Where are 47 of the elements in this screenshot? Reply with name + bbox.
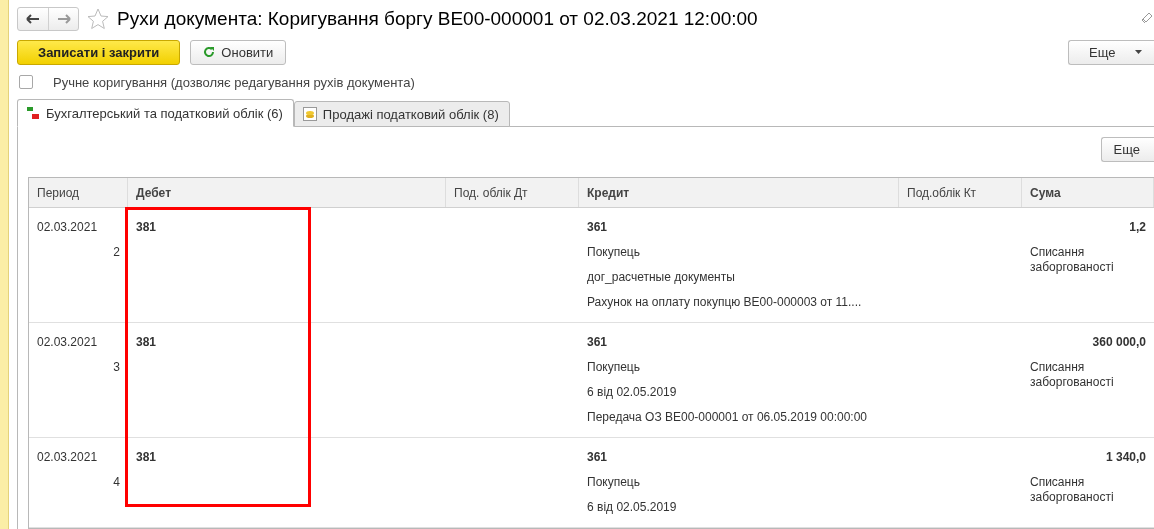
column-header[interactable]: Период: [29, 178, 128, 207]
manual-edit-checkbox[interactable]: [19, 75, 33, 90]
credit-cell-text: 6 від 02.05.2019: [587, 499, 678, 516]
more-dropdown-button[interactable]: Еще: [1068, 39, 1154, 65]
amount-cell-text: 1,2: [1128, 219, 1146, 236]
column-header[interactable]: Под.облік Кт: [899, 178, 1022, 207]
row-number: 4: [112, 474, 120, 491]
caret-icon: [1135, 50, 1142, 55]
amount-cell-text: 1 340,0: [1104, 449, 1146, 466]
column-header[interactable]: Сума: [1022, 178, 1154, 207]
credit-cell-text: Покупець: [587, 474, 641, 491]
debit-cell-text: 381: [136, 334, 158, 351]
debit-cell-text: 381: [136, 449, 158, 466]
content-cell-text: Списання заборгованості: [1030, 244, 1115, 275]
checkbox-label: Ручне коригування (дозволяє редагування рухів документа): [53, 74, 415, 90]
credit-cell-text: 6 від 02.05.2019: [587, 384, 678, 401]
forward-arrow-icon: [56, 14, 71, 25]
credit-cell-text: Покупець: [587, 359, 641, 376]
amount-cell-text: 360 000,0: [1091, 334, 1146, 351]
more-button[interactable]: Еще: [1100, 137, 1154, 162]
period-cell-text: 02.03.2021: [37, 219, 99, 236]
credit-cell-text: 361: [587, 219, 609, 236]
credit-cell-text: Передача ОЗ ВЕ00-000001 от 06.05.2019 00:00:00: [587, 409, 869, 426]
period-cell-text: 02.03.2021: [37, 449, 99, 466]
column-header[interactable]: Кредит: [579, 178, 899, 207]
back-arrow-icon: [26, 14, 40, 25]
credit-cell-text: дог_расчетные документы: [587, 269, 736, 286]
coins-icon: [302, 107, 317, 121]
credit-cell-text: Рахунок на оплату покупцю ВЕ00-000003 от 11....: [587, 294, 863, 311]
content-cell-text: Списання заборгованості: [1030, 474, 1115, 505]
tab[interactable]: Бухгалтерський та податковий облік (6): [17, 99, 294, 127]
window-title: Рухи документа: Коригування боргу ВЕ00-000001 от 02.03.2021 12:00:00: [117, 8, 759, 31]
refresh-icon: [203, 46, 216, 59]
row-number: 2: [112, 244, 120, 261]
tab[interactable]: Продажі податковий облік (8): [293, 101, 510, 127]
content-cell-text: Списання заборгованості: [1030, 359, 1115, 390]
credit-cell-text: 361: [587, 449, 609, 466]
star-icon[interactable]: [87, 8, 109, 31]
save-and-close-button[interactable]: Записати і закрити: [17, 39, 181, 65]
credit-cell-text: Покупець: [587, 244, 641, 261]
column-header[interactable]: Дебет: [128, 178, 446, 207]
row-number: 3: [112, 359, 120, 376]
refresh-button[interactable]: Оновити: [190, 39, 287, 65]
column-header[interactable]: Под. облік Дт: [446, 178, 579, 207]
debit-cell-text: 381: [136, 219, 158, 236]
credit-cell-text: 361: [587, 334, 609, 351]
period-cell-text: 02.03.2021: [37, 334, 99, 351]
